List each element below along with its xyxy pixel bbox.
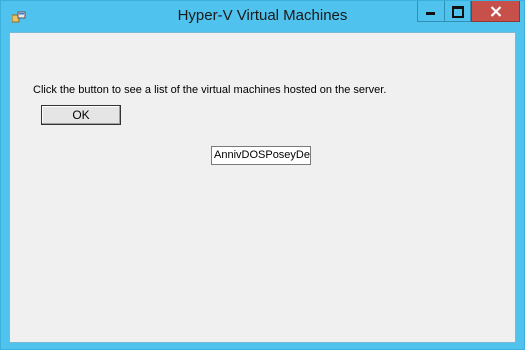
close-icon — [490, 6, 502, 17]
app-window: Hyper-V Virtual Machines Click the butto… — [0, 0, 525, 350]
instruction-label: Click the button to see a list of the vi… — [33, 84, 387, 96]
minimize-button[interactable] — [417, 1, 444, 22]
minimize-icon — [426, 12, 435, 15]
close-button[interactable] — [471, 1, 520, 22]
form-client-area: Click the button to see a list of the vi… — [9, 32, 516, 343]
maximize-button[interactable] — [444, 1, 471, 22]
virtual-machine-list-field[interactable]: AnnivDOSPoseyDem — [211, 146, 311, 165]
ok-button[interactable]: OK — [41, 105, 121, 125]
maximize-icon — [452, 6, 464, 18]
title-bar[interactable]: Hyper-V Virtual Machines — [1, 1, 524, 32]
